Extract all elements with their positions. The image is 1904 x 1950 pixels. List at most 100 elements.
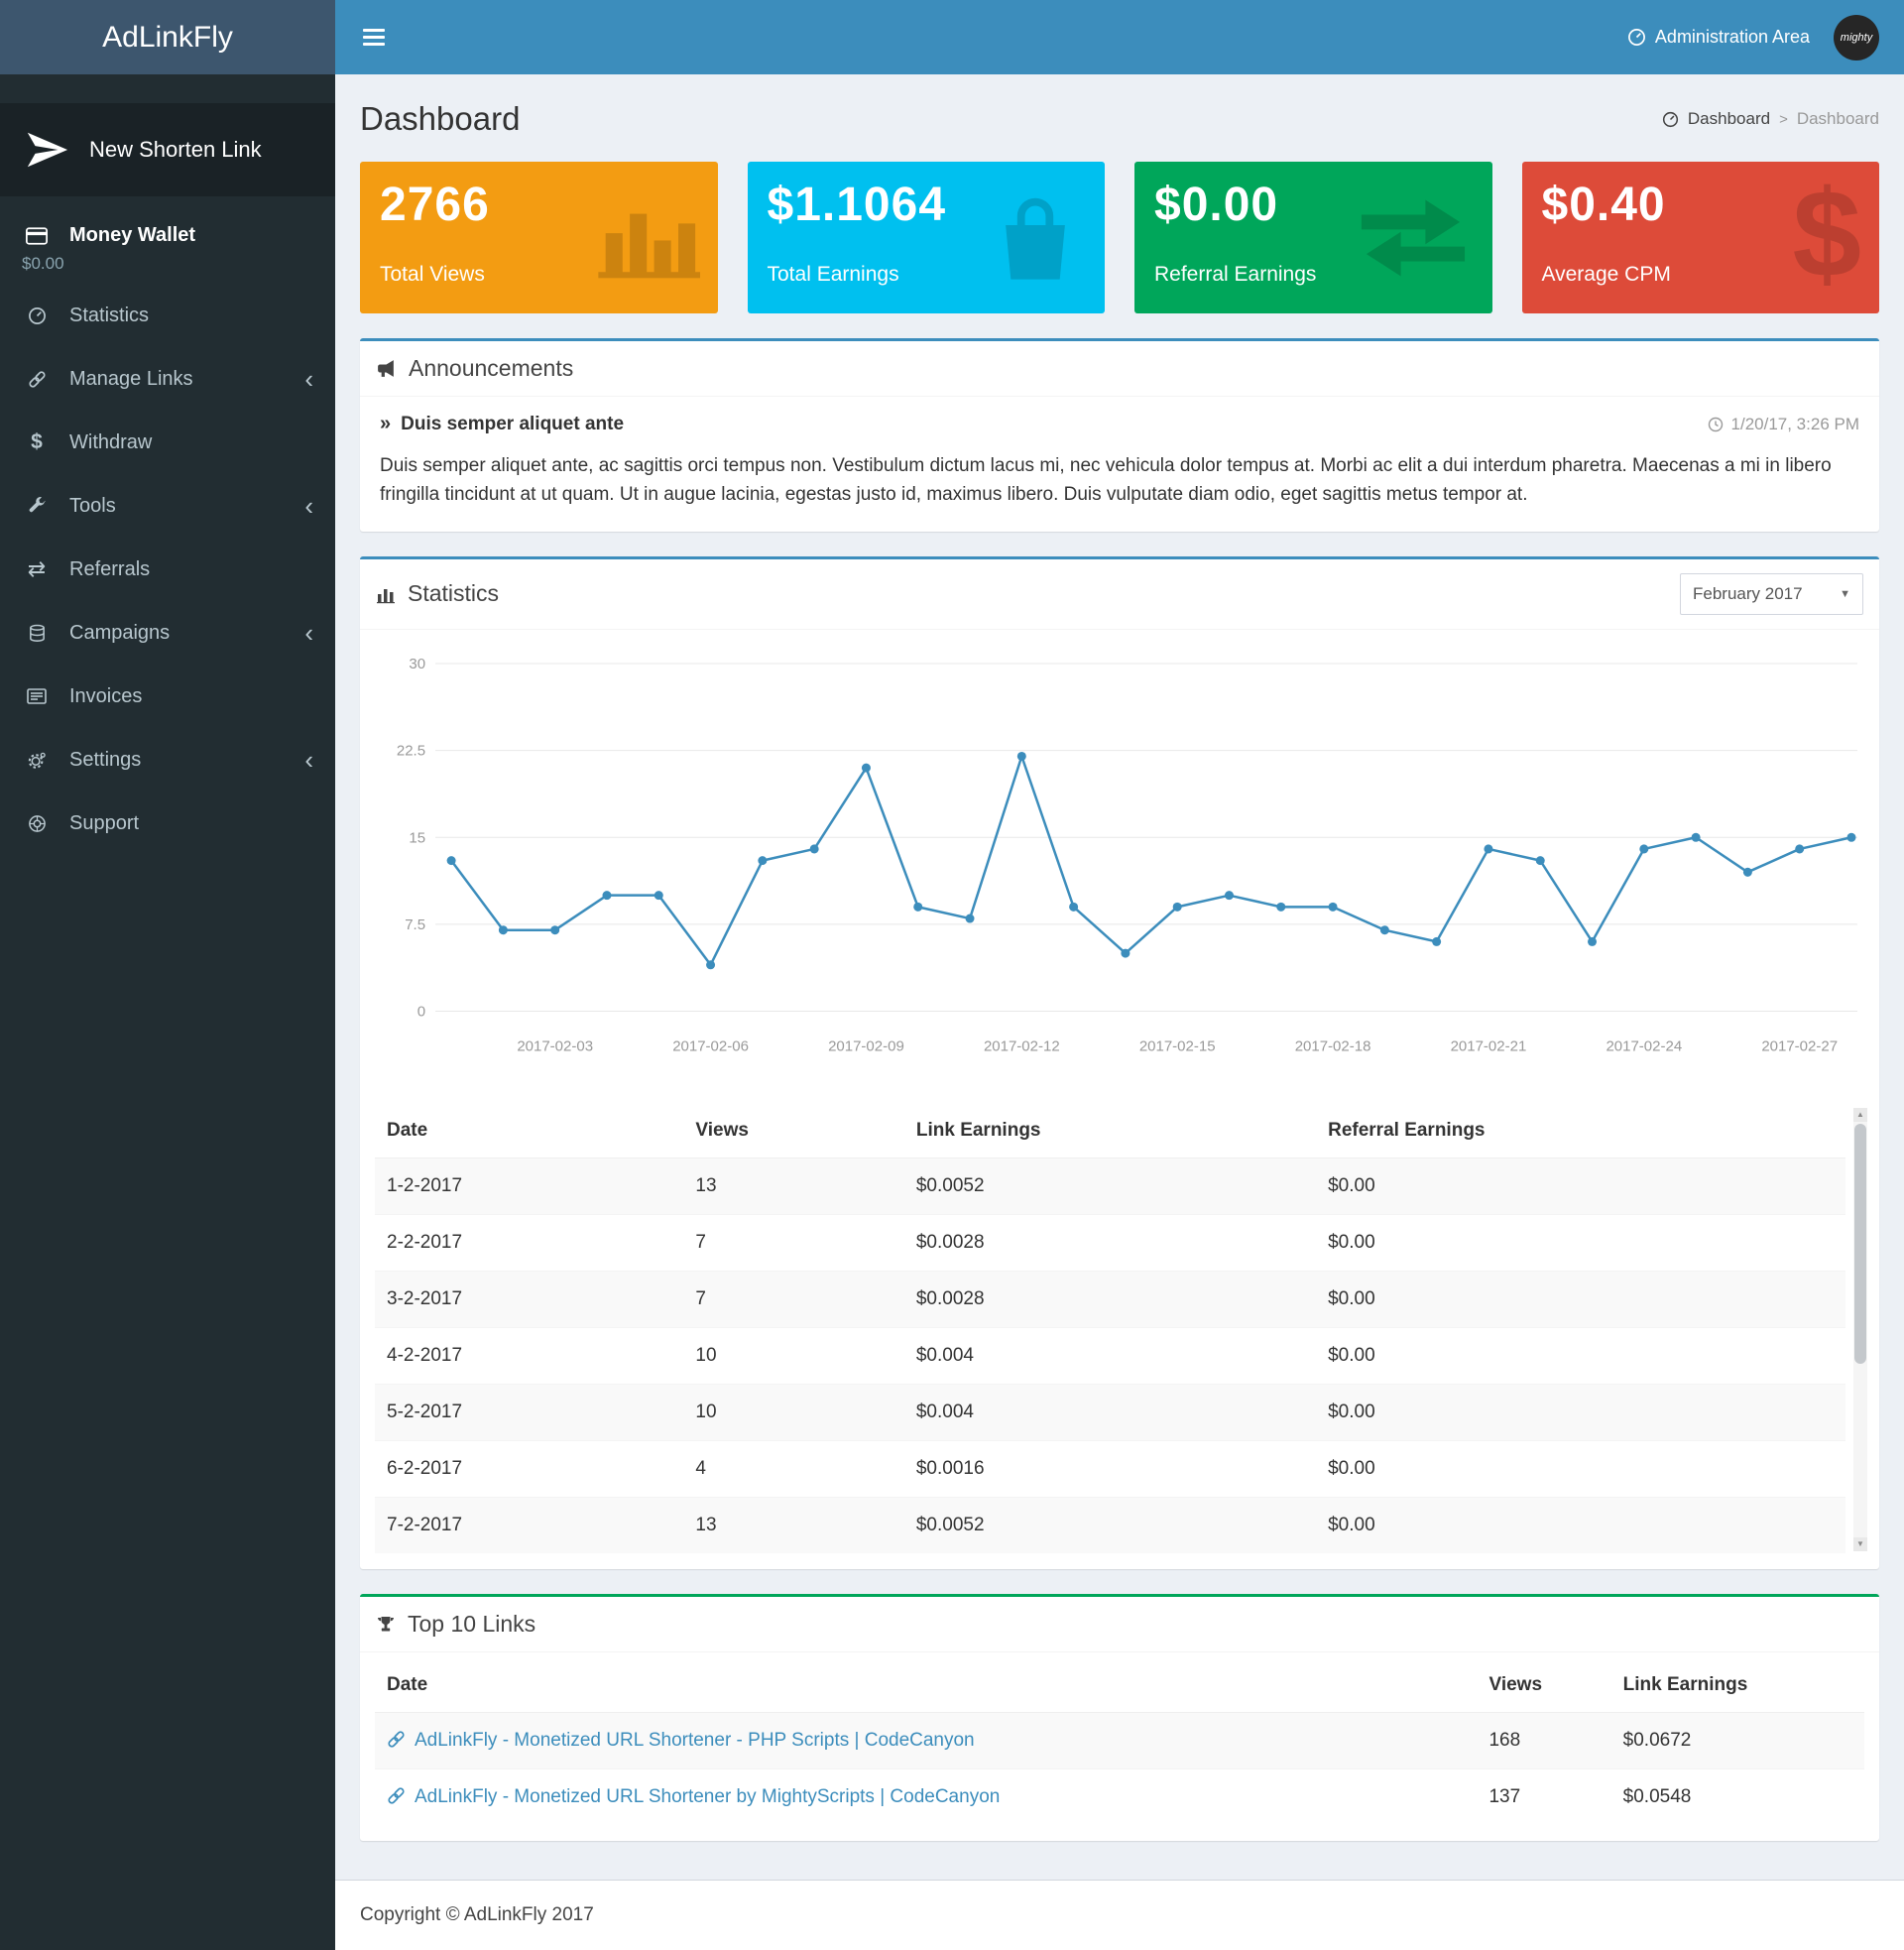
sidebar-item-tools[interactable]: Tools ‹ — [0, 474, 335, 538]
page-title: Dashboard — [360, 100, 520, 138]
admin-area-link[interactable]: Administration Area — [1627, 27, 1810, 48]
life-ring-icon — [22, 814, 52, 833]
admin-area-label: Administration Area — [1655, 27, 1810, 48]
column-header: Views — [683, 1104, 903, 1158]
breadcrumb-current: Dashboard — [1797, 109, 1879, 129]
svg-text:30: 30 — [409, 656, 425, 672]
sidebar-item-settings[interactable]: Settings ‹ — [0, 728, 335, 792]
views-line-chart: 07.51522.5302017-02-032017-02-062017-02-… — [360, 630, 1879, 1099]
svg-text:2017-02-12: 2017-02-12 — [984, 1037, 1060, 1054]
stat-label: Referral Earnings — [1154, 263, 1316, 287]
new-shorten-link-button[interactable]: New Shorten Link — [0, 103, 335, 196]
paper-plane-icon — [24, 127, 69, 173]
sidebar-toggle-button[interactable] — [363, 29, 385, 46]
gauge-icon — [1627, 28, 1646, 47]
top-link[interactable]: AdLinkFly - Monetized URL Shortener by M… — [415, 1786, 1000, 1807]
sidebar-item-label: Campaigns — [69, 622, 170, 645]
sidebar-item-label: Tools — [69, 495, 116, 518]
column-header: Link Earnings — [904, 1104, 1316, 1158]
exchange-icon: ⇄ — [22, 556, 52, 582]
arrow-up-icon[interactable]: ▲ — [1853, 1108, 1867, 1122]
stat-value: $1.1064 — [768, 178, 1086, 232]
top-link[interactable]: AdLinkFly - Monetized URL Shortener - PH… — [415, 1730, 975, 1751]
stat-boxes: 2766 Total Views $1.1064 Total Earnings — [360, 162, 1879, 313]
sidebar-item-money-wallet[interactable]: Money Wallet $0.00 — [0, 212, 335, 284]
sidebar-item-label: Statistics — [69, 305, 149, 327]
top-links-box: Top 10 Links Date Views Link Earnings Ad… — [360, 1594, 1879, 1841]
svg-text:2017-02-09: 2017-02-09 — [828, 1037, 904, 1054]
top-links-table: Date Views Link Earnings AdLinkFly - Mon… — [375, 1658, 1864, 1825]
bar-chart-icon — [376, 584, 396, 604]
sidebar-item-withdraw[interactable]: $ Withdraw — [0, 411, 335, 474]
sidebar-item-label: Settings — [69, 749, 141, 772]
stat-value: 2766 — [380, 178, 698, 232]
sidebar-item-label: Manage Links — [69, 368, 193, 391]
angle-double-right-icon: » — [380, 413, 391, 435]
invoice-icon — [22, 688, 52, 704]
chevron-left-icon: ‹ — [304, 747, 313, 773]
credit-card-icon — [22, 227, 52, 245]
statistics-box: Statistics February 2017 ▼ 07.51522.5302… — [360, 556, 1879, 1570]
sidebar-item-statistics[interactable]: Statistics — [0, 284, 335, 347]
svg-text:2017-02-18: 2017-02-18 — [1295, 1037, 1371, 1054]
table-row: 5-2-201710$0.004$0.00 — [375, 1385, 1845, 1441]
sidebar-item-label: Invoices — [69, 685, 142, 708]
table-header-row: Date Views Link Earnings — [375, 1658, 1864, 1713]
svg-text:2017-02-21: 2017-02-21 — [1451, 1037, 1527, 1054]
month-select[interactable]: February 2017 ▼ — [1680, 573, 1863, 615]
announcement-body: Duis semper aliquet ante, ac sagittis or… — [380, 451, 1859, 510]
sidebar-item-referrals[interactable]: ⇄ Referrals — [0, 538, 335, 601]
svg-text:2017-02-15: 2017-02-15 — [1139, 1037, 1216, 1054]
column-header: Date — [375, 1104, 683, 1158]
stat-label: Average CPM — [1542, 263, 1671, 287]
sidebar-item-manage-links[interactable]: Manage Links ‹ — [0, 347, 335, 411]
table-header-row: Date Views Link Earnings Referral Earnin… — [375, 1104, 1845, 1158]
caret-down-icon: ▼ — [1840, 588, 1850, 600]
arrow-down-icon[interactable]: ▼ — [1853, 1537, 1867, 1551]
gears-icon — [22, 751, 52, 770]
top-navbar: AdLinkFly Administration Area mighty — [0, 0, 1904, 74]
chevron-left-icon: ‹ — [304, 620, 313, 646]
link-icon — [22, 370, 52, 389]
stat-label: Total Views — [380, 263, 485, 287]
table-scrollbar[interactable]: ▲ ▼ — [1853, 1108, 1867, 1551]
sidebar-item-support[interactable]: Support — [0, 792, 335, 855]
stat-average-cpm: $0.40 Average CPM $ — [1522, 162, 1880, 313]
stat-total-views: 2766 Total Views — [360, 162, 718, 313]
top-links-title: Top 10 Links — [408, 1611, 536, 1638]
table-row: 6-2-20174$0.0016$0.00 — [375, 1441, 1845, 1498]
stats-table: Date Views Link Earnings Referral Earnin… — [375, 1104, 1845, 1553]
svg-text:2017-02-03: 2017-02-03 — [517, 1037, 593, 1054]
footer: Copyright © AdLinkFly 2017 — [335, 1880, 1904, 1950]
announcements-title: Announcements — [409, 355, 573, 382]
breadcrumb: Dashboard > Dashboard — [1662, 109, 1879, 129]
sidebar-item-label: Withdraw — [69, 431, 152, 454]
breadcrumb-dashboard-link[interactable]: Dashboard — [1688, 109, 1770, 129]
statistics-title: Statistics — [408, 580, 499, 607]
copyright-text: Copyright © AdLinkFly 2017 — [360, 1904, 594, 1925]
table-row: 4-2-201710$0.004$0.00 — [375, 1328, 1845, 1385]
svg-text:7.5: 7.5 — [405, 916, 425, 933]
app-logo[interactable]: AdLinkFly — [0, 0, 335, 74]
stat-value: $0.40 — [1542, 178, 1860, 232]
table-row: 2-2-20177$0.0028$0.00 — [375, 1215, 1845, 1272]
gauge-icon — [1662, 111, 1679, 128]
announcement-timestamp: 1/20/17, 3:26 PM — [1731, 415, 1859, 434]
navbar: Administration Area mighty — [335, 0, 1904, 74]
user-avatar[interactable]: mighty — [1834, 15, 1879, 61]
sidebar-item-campaigns[interactable]: Campaigns ‹ — [0, 601, 335, 665]
sidebar-menu: Money Wallet $0.00 Statistics Manage Lin… — [0, 212, 335, 855]
svg-text:22.5: 22.5 — [397, 743, 425, 760]
announcement-item-title: Duis semper aliquet ante — [401, 414, 624, 435]
table-row: 3-2-20177$0.0028$0.00 — [375, 1272, 1845, 1328]
stat-value: $0.00 — [1154, 178, 1473, 232]
sidebar-item-invoices[interactable]: Invoices — [0, 665, 335, 728]
scrollbar-thumb[interactable] — [1854, 1124, 1866, 1363]
sidebar-item-label: Referrals — [69, 558, 150, 581]
stat-total-earnings: $1.1064 Total Earnings — [748, 162, 1106, 313]
link-icon — [387, 1730, 415, 1751]
trophy-icon — [376, 1615, 396, 1635]
gauge-icon — [22, 306, 52, 325]
svg-text:2017-02-06: 2017-02-06 — [672, 1037, 749, 1054]
month-select-value: February 2017 — [1693, 584, 1803, 604]
